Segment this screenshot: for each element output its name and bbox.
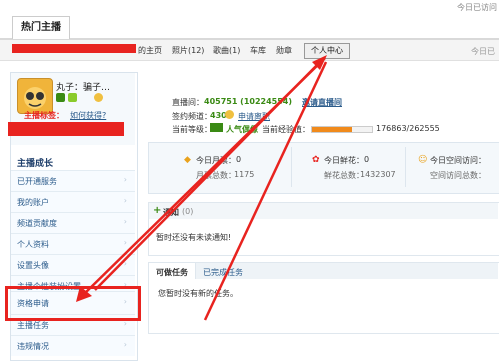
arrow-line (203, 61, 328, 321)
arrow-line (81, 57, 326, 297)
annotation-arrows (76, 55, 328, 321)
